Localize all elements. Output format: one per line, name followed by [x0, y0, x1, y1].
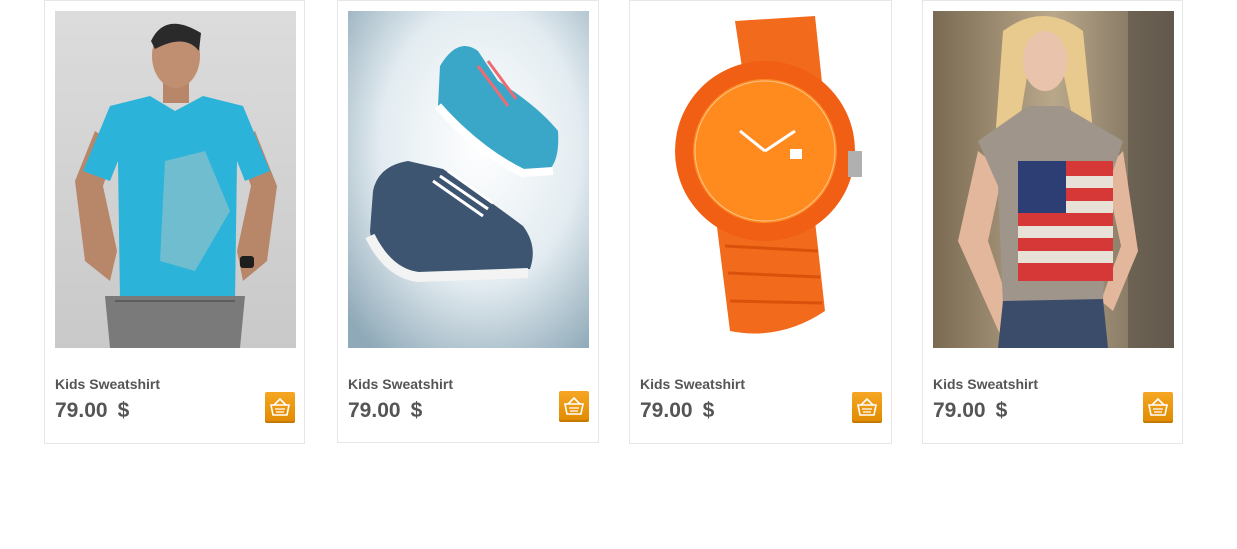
product-image-watch[interactable]	[640, 11, 881, 348]
price-currency: $	[702, 399, 715, 422]
product-card: Kids Sweatshirt 79.00 $	[922, 0, 1183, 444]
product-image-sneakers[interactable]	[348, 11, 589, 348]
sneakers-photo	[348, 11, 589, 348]
product-image-man-tshirt[interactable]	[55, 11, 296, 348]
orange-watch-photo	[640, 11, 881, 348]
product-price: 79.00 $	[348, 399, 422, 423]
price-value: 79.00	[933, 399, 986, 422]
basket-icon	[564, 396, 584, 415]
add-to-cart-button[interactable]	[559, 391, 589, 422]
product-name[interactable]: Kids Sweatshirt	[348, 376, 453, 392]
add-to-cart-button[interactable]	[265, 392, 295, 423]
price-currency: $	[995, 399, 1008, 422]
man-blue-tshirt-photo	[55, 11, 296, 348]
price-currency: $	[410, 399, 423, 422]
price-value: 79.00	[640, 399, 693, 422]
add-to-cart-button[interactable]	[852, 392, 882, 423]
product-grid: Kids Sweatshirt 79.00 $ Kids Sweatshirt …	[0, 0, 1237, 549]
add-to-cart-button[interactable]	[1143, 392, 1173, 423]
product-image-flag-shirt[interactable]	[933, 11, 1174, 348]
price-value: 79.00	[55, 399, 108, 422]
product-price: 79.00 $	[55, 399, 129, 423]
product-name[interactable]: Kids Sweatshirt	[640, 376, 745, 392]
product-card: Kids Sweatshirt 79.00 $	[44, 0, 305, 444]
product-name[interactable]: Kids Sweatshirt	[933, 376, 1038, 392]
woman-flag-shirt-photo	[933, 11, 1174, 348]
price-currency: $	[117, 399, 130, 422]
product-price: 79.00 $	[933, 399, 1007, 423]
price-value: 79.00	[348, 399, 401, 422]
product-price: 79.00 $	[640, 399, 714, 423]
basket-icon	[857, 397, 877, 416]
basket-icon	[1148, 397, 1168, 416]
product-card: Kids Sweatshirt 79.00 $	[337, 0, 599, 443]
product-card: Kids Sweatshirt 79.00 $	[629, 0, 892, 444]
product-name[interactable]: Kids Sweatshirt	[55, 376, 160, 392]
basket-icon	[270, 397, 290, 416]
